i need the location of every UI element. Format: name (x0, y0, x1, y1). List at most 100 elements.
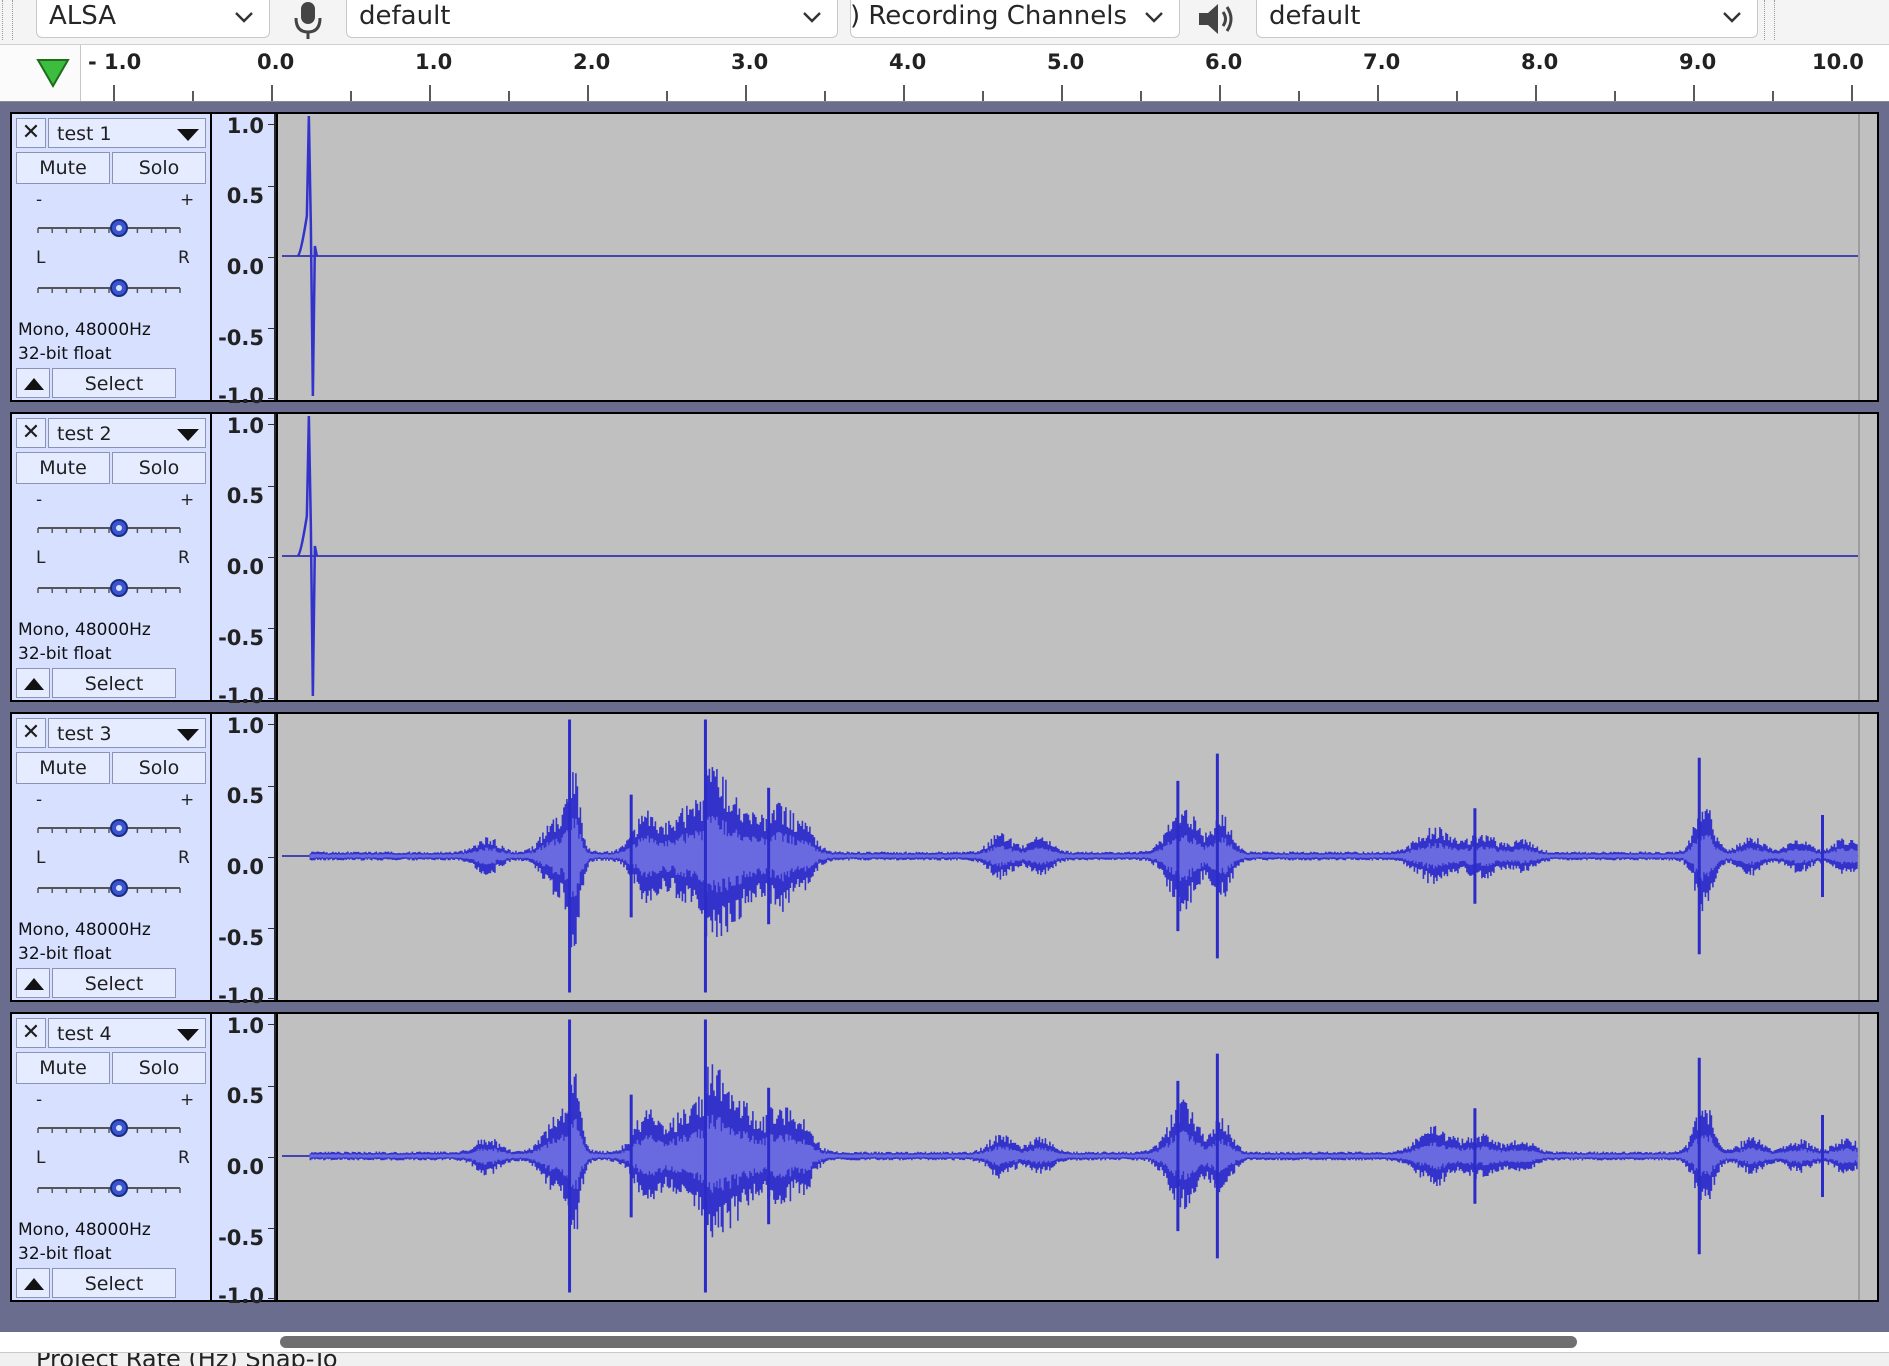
recording-channels-dropdown[interactable]: (Stereo) Recording Channels (850, 0, 1180, 38)
chevron-down-icon (1723, 12, 1741, 23)
gain-slider[interactable] (34, 1106, 184, 1146)
recording-device-value: default (359, 1, 451, 31)
solo-button[interactable]: Solo (112, 1052, 206, 1084)
track-bit-depth: 32-bit float (18, 944, 112, 964)
mute-button[interactable]: Mute (16, 152, 110, 184)
close-track-button[interactable]: ✕ (16, 718, 46, 748)
amplitude-label: 0.0 (226, 1155, 264, 1179)
track-name-menu[interactable]: test 4 (48, 1018, 206, 1048)
pan-slider[interactable] (34, 266, 184, 306)
mute-button[interactable]: Mute (16, 452, 110, 484)
amplitude-tick (268, 186, 274, 187)
select-track-button[interactable]: Select (52, 668, 176, 698)
ruler-time-label: 4.0 (889, 50, 926, 74)
track[interactable]: ✕ test 1 Mute Solo - + L R Mono, 48000Hz… (10, 112, 1879, 408)
playback-device-dropdown[interactable]: default (1256, 0, 1758, 38)
pan-right-label: R (178, 1148, 190, 1168)
track-bit-depth: 32-bit float (18, 644, 112, 664)
amplitude-tick (268, 1298, 274, 1299)
collapse-triangle-icon (24, 978, 44, 990)
mute-button[interactable]: Mute (16, 1052, 110, 1084)
track-name-menu[interactable]: test 2 (48, 418, 206, 448)
amplitude-tick (268, 1157, 274, 1158)
mute-button[interactable]: Mute (16, 752, 110, 784)
track-format: Mono, 48000Hz (18, 620, 151, 640)
ruler-time-label: 3.0 (731, 50, 768, 74)
ruler-time-label: 9.0 (1679, 50, 1716, 74)
amplitude-label: 1.0 (226, 1014, 264, 1038)
waveform-area[interactable] (278, 114, 1877, 400)
track[interactable]: ✕ test 3 Mute Solo - + L R Mono, 48000Hz… (10, 712, 1879, 1008)
pan-left-label: L (36, 248, 46, 268)
amplitude-label: -0.5 (218, 626, 264, 650)
pan-slider[interactable] (34, 866, 184, 906)
pan-slider[interactable] (34, 1166, 184, 1206)
ruler-time-label: 10.0 (1812, 50, 1864, 74)
project-rate-label: Project Rate (Hz) Snap-To (36, 1352, 338, 1366)
ruler-time-label: 7.0 (1363, 50, 1400, 74)
track-bit-depth: 32-bit float (18, 1244, 112, 1264)
ruler-time-label: 0.0 (257, 50, 294, 74)
amplitude-tick (268, 998, 274, 999)
amplitude-label: -0.5 (218, 326, 264, 350)
amplitude-tick (268, 557, 274, 558)
waveform-rms (309, 816, 1858, 897)
track[interactable]: ✕ test 2 Mute Solo - + L R Mono, 48000Hz… (10, 412, 1879, 708)
recording-device-dropdown[interactable]: default (346, 0, 838, 38)
track-menu-caret-icon (177, 129, 199, 141)
amplitude-tick (268, 786, 274, 787)
close-track-button[interactable]: ✕ (16, 418, 46, 448)
amplitude-label: 0.5 (226, 184, 264, 208)
gain-slider[interactable] (34, 806, 184, 846)
track-name: test 1 (57, 123, 112, 145)
select-track-button[interactable]: Select (52, 368, 176, 398)
speaker-icon (1199, 4, 1233, 34)
amplitude-label: -1.0 (218, 1284, 264, 1308)
track-format: Mono, 48000Hz (18, 1220, 151, 1240)
toolbar-grip[interactable] (1764, 0, 1775, 40)
device-toolbar: ALSA default (Stereo) Recording Channels… (0, 0, 1889, 45)
timeline-ruler[interactable]: - 1.0 0.0 1.0 2.0 3.0 4.0 5.0 6.0 7.0 8.0 9.0 10.0 (0, 45, 1889, 102)
ruler-time-label: 1.0 (415, 50, 452, 74)
amplitude-tick (268, 1228, 274, 1229)
collapse-triangle-icon (24, 378, 44, 390)
amplitude-label: -0.5 (218, 1226, 264, 1250)
toolbar-grip[interactable] (2, 0, 13, 40)
gain-slider[interactable] (34, 506, 184, 546)
collapse-track-button[interactable] (16, 1268, 50, 1298)
amplitude-tick (268, 1086, 274, 1087)
solo-button[interactable]: Solo (112, 752, 206, 784)
waveform-area[interactable] (278, 414, 1877, 700)
solo-button[interactable]: Solo (112, 152, 206, 184)
horizontal-scrollbar[interactable] (280, 1336, 1577, 1348)
status-bar: Project Rate (Hz) Snap-To (0, 1352, 1889, 1366)
ruler-time-label: 5.0 (1047, 50, 1084, 74)
pan-right-label: R (178, 848, 190, 868)
audio-host-dropdown[interactable]: ALSA (36, 0, 270, 38)
collapse-track-button[interactable] (16, 668, 50, 698)
waveform (282, 414, 1860, 700)
track-name-menu[interactable]: test 1 (48, 118, 206, 148)
ruler-time-label: 2.0 (573, 50, 610, 74)
amplitude-label: -0.5 (218, 926, 264, 950)
pan-slider[interactable] (34, 566, 184, 606)
amplitude-label: 1.0 (226, 714, 264, 738)
close-track-button[interactable]: ✕ (16, 1018, 46, 1048)
track-name-menu[interactable]: test 3 (48, 718, 206, 748)
track-menu-caret-icon (177, 729, 199, 741)
waveform-area[interactable] (278, 1014, 1877, 1300)
solo-button[interactable]: Solo (112, 452, 206, 484)
amplitude-ruler: 1.0 0.5 0.0 -0.5 -1.0 (212, 1014, 276, 1308)
collapse-track-button[interactable] (16, 968, 50, 998)
close-track-button[interactable]: ✕ (16, 118, 46, 148)
amplitude-label: 1.0 (226, 414, 264, 438)
waveform-area[interactable] (278, 714, 1877, 1000)
gain-slider[interactable] (34, 206, 184, 246)
track[interactable]: ✕ test 4 Mute Solo - + L R Mono, 48000Hz… (10, 1012, 1879, 1308)
amplitude-label: -1.0 (218, 384, 264, 408)
amplitude-label: -1.0 (218, 984, 264, 1008)
collapse-track-button[interactable] (16, 368, 50, 398)
select-track-button[interactable]: Select (52, 1268, 176, 1298)
ruler-time-label: 6.0 (1205, 50, 1242, 74)
select-track-button[interactable]: Select (52, 968, 176, 998)
